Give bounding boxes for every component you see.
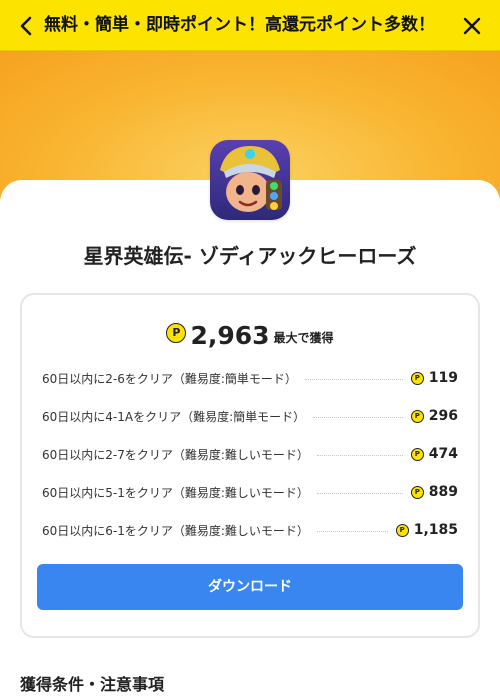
dotted-leader bbox=[316, 454, 403, 456]
task-points: 296 bbox=[428, 408, 458, 424]
download-button[interactable]: ダウンロード bbox=[37, 564, 463, 610]
top-bar: 無料・簡単・即時ポイント！高還元ポイント多数！ bbox=[0, 0, 500, 51]
header-title: 無料・簡単・即時ポイント！高還元ポイント多数！ bbox=[44, 15, 435, 35]
task-points: 119 bbox=[428, 370, 458, 386]
app-icon-image bbox=[210, 140, 290, 220]
dotted-leader bbox=[313, 416, 403, 418]
task-label: 60日以内に5-1をクリア（難易度:難しいモード） bbox=[42, 485, 309, 500]
point-coin-icon: P bbox=[410, 371, 424, 385]
task-label: 60日以内に2-7をクリア（難易度:難しいモード） bbox=[42, 447, 309, 462]
max-points-suffix: 最大で獲得 bbox=[273, 331, 334, 345]
task-row: 60日以内に2-7をクリア（難易度:難しいモード） P 474 bbox=[42, 444, 458, 464]
dotted-leader bbox=[304, 378, 403, 380]
task-row: 60日以内に6-1をクリア（難易度:難しいモード） P 1,185 bbox=[42, 520, 458, 540]
chevron-left-icon bbox=[20, 16, 32, 36]
point-coin-icon: P bbox=[410, 409, 424, 423]
close-button[interactable] bbox=[458, 12, 486, 40]
conditions-heading: 獲得条件・注意事項 bbox=[20, 675, 165, 694]
point-coin-icon: P bbox=[166, 322, 187, 343]
task-points: 474 bbox=[428, 446, 458, 462]
close-icon bbox=[463, 17, 481, 35]
back-button[interactable] bbox=[12, 12, 40, 40]
task-row: 60日以内に5-1をクリア（難易度:難しいモード） P 889 bbox=[42, 482, 458, 502]
dotted-leader bbox=[316, 492, 403, 494]
reward-card: P 2,963 最大で獲得 60日以内に2-6をクリア（難易度:簡単モード） P 1… bbox=[20, 293, 480, 638]
task-points: 889 bbox=[428, 484, 458, 500]
dotted-leader bbox=[316, 530, 388, 532]
point-coin-icon: P bbox=[410, 447, 424, 461]
point-coin-icon: P bbox=[395, 523, 409, 537]
max-points-row: P 2,963 最大で獲得 bbox=[22, 321, 478, 350]
task-label: 60日以内に6-1をクリア（難易度:難しいモード） bbox=[42, 523, 309, 538]
app-icon bbox=[210, 140, 290, 220]
point-coin-icon: P bbox=[410, 485, 424, 499]
task-label: 60日以内に4-1Aをクリア（難易度:簡単モード） bbox=[42, 409, 306, 424]
task-row: 60日以内に2-6をクリア（難易度:簡単モード） P 119 bbox=[42, 368, 458, 388]
task-row: 60日以内に4-1Aをクリア（難易度:簡単モード） P 296 bbox=[42, 406, 458, 426]
max-points-value: 2,963 bbox=[190, 321, 270, 350]
app-name: 星界英雄伝- ゾディアックヒーローズ bbox=[83, 244, 417, 268]
task-label: 60日以内に2-6をクリア（難易度:簡単モード） bbox=[42, 371, 297, 386]
task-points: 1,185 bbox=[413, 522, 458, 538]
